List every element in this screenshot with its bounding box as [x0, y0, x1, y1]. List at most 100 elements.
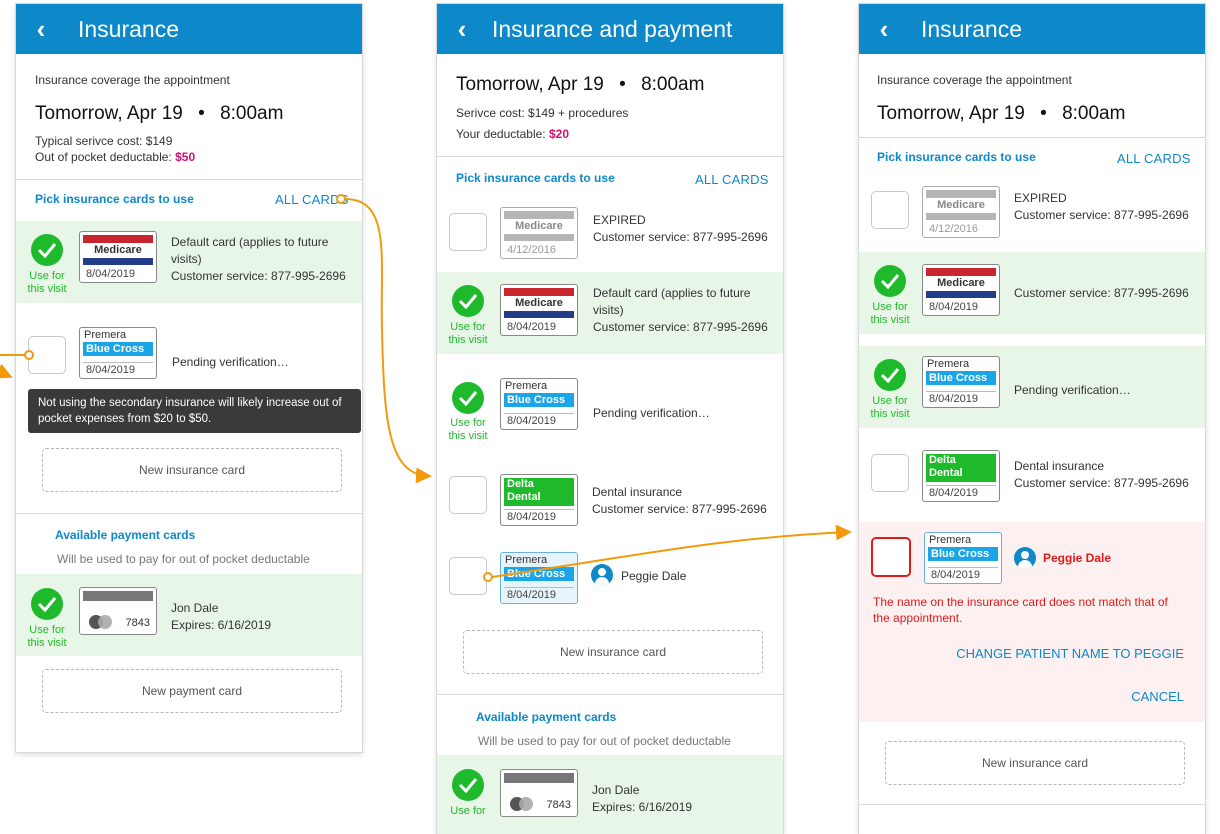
person-icon-head	[1021, 551, 1029, 559]
arrow-left-edge	[0, 363, 13, 379]
all-cards-link[interactable]: ALL CARDS	[695, 172, 769, 187]
checked-icon[interactable]	[874, 265, 906, 297]
card-name: Blue Cross	[504, 393, 574, 407]
info-line1: Default card (applies to future	[593, 286, 751, 300]
card-red-band	[504, 288, 574, 296]
this-visit-text: this visit	[870, 314, 910, 326]
use-for-visit-label: Use for this visit	[867, 395, 913, 421]
card-name: Blue Cross	[926, 371, 996, 385]
card-date: 8/04/2019	[929, 301, 978, 313]
person-icon-head	[598, 568, 606, 576]
service-cost: Serivce cost: $149 + procedures	[456, 106, 629, 120]
checkbox-dental[interactable]	[871, 454, 909, 492]
new-insurance-card-button[interactable]: New insurance card	[42, 448, 342, 492]
divider	[16, 513, 362, 514]
app-bar: ‹ Insurance and payment	[437, 4, 783, 54]
card-band	[504, 211, 574, 219]
app-bar: ‹ Insurance	[16, 4, 362, 54]
screen-insurance-error: ‹ Insurance Insurance coverage the appoi…	[859, 4, 1205, 834]
checkbox-expired-medicare[interactable]	[871, 191, 909, 229]
checkbox-blue-cross[interactable]	[28, 336, 66, 374]
appointment-date: Tomorrow, Apr 19 • 8:00am	[35, 103, 283, 125]
card-number: 7843	[125, 617, 150, 629]
date-text: Tomorrow, Apr 19	[35, 103, 183, 124]
card-date: 8/04/2019	[507, 321, 556, 333]
card-name: Medicare	[515, 220, 563, 232]
pick-cards-heading: Pick insurance cards to use	[877, 150, 1036, 164]
date-separator: •	[619, 74, 626, 95]
checked-icon[interactable]	[31, 234, 63, 266]
card-name: Medicare	[515, 297, 563, 309]
date-text: Tomorrow, Apr 19	[877, 103, 1025, 124]
divider	[859, 804, 1205, 805]
card-info: Customer service: 877-995-2696	[1014, 286, 1189, 300]
time-text: 8:00am	[220, 103, 284, 124]
new-payment-card-button[interactable]: New payment card	[42, 669, 342, 713]
info-line2: visits)	[171, 252, 202, 266]
change-patient-name-button[interactable]: CHANGE PATIENT NAME TO PEGGIE	[956, 646, 1184, 661]
this-visit-text: this visit	[448, 430, 488, 442]
info-line2: visits)	[593, 303, 624, 317]
error-line2: the appointment.	[873, 611, 963, 625]
date-separator: •	[198, 103, 205, 124]
card-name-line2: Dental	[507, 491, 541, 503]
checkbox-peggie-blue-cross[interactable]	[449, 557, 487, 595]
pending-status: Pending verification…	[172, 355, 289, 369]
person-icon-body	[1018, 560, 1032, 569]
payment-heading: Available payment cards	[55, 528, 196, 542]
screen-insurance-and-payment: ‹ Insurance and payment Tomorrow, Apr 19…	[437, 4, 783, 834]
back-arrow-icon[interactable]: ‹	[859, 14, 909, 45]
checked-icon[interactable]	[452, 382, 484, 414]
card-date: 8/04/2019	[83, 362, 153, 376]
person-icon-body	[595, 577, 609, 586]
payment-row[interactable]: Use for 7843 Jon Dale Expires: 6/16/2019	[437, 755, 783, 834]
insurance-row-medicare[interactable]: Use for this visit Medicare 8/04/2019 Cus…	[859, 252, 1205, 334]
insurance-row-medicare[interactable]: Use for this visit Medicare 8/04/2019 Def…	[16, 221, 362, 303]
card-red-band	[83, 235, 153, 243]
checked-icon[interactable]	[452, 769, 484, 801]
card-date: 8/04/2019	[504, 413, 574, 427]
card-name: Delta Dental	[926, 454, 996, 482]
new-insurance-card-button[interactable]: New insurance card	[463, 630, 763, 674]
card-brand-icon	[519, 797, 533, 811]
card-stripe	[504, 773, 574, 783]
peggie-blue-cross-card-image: Premera Blue Cross 8/04/2019	[924, 532, 1002, 584]
info-line1: Dental insurance	[592, 485, 683, 499]
cancel-button[interactable]: CANCEL	[1131, 689, 1184, 704]
card-name-line1: Delta	[507, 478, 534, 490]
checked-icon[interactable]	[874, 359, 906, 391]
deductible-line: Your deductable: $20	[456, 127, 569, 141]
payment-row[interactable]: Use for this visit 7843 Jon Dale Expires:…	[16, 574, 362, 656]
checked-icon[interactable]	[31, 588, 63, 620]
back-arrow-icon[interactable]: ‹	[16, 14, 66, 45]
insurance-row-medicare[interactable]: Use for this visit Medicare 8/04/2019 Def…	[437, 272, 783, 354]
pending-status: Pending verification…	[1014, 383, 1131, 397]
payment-heading: Available payment cards	[476, 710, 617, 724]
info-line1: Default card (applies to future	[171, 235, 329, 249]
all-cards-link[interactable]: ALL CARDS	[275, 192, 349, 207]
card-blue-band	[83, 258, 153, 265]
card-expiry: Expires: 6/16/2019	[171, 618, 272, 632]
card-blue-band	[504, 311, 574, 318]
card-date: 8/04/2019	[504, 509, 574, 523]
delta-dental-card-image: Delta Dental 8/04/2019	[500, 474, 578, 526]
checked-icon[interactable]	[452, 285, 484, 317]
back-arrow-icon[interactable]: ‹	[437, 14, 487, 45]
payment-subtext: Will be used to pay for out of pocket de…	[478, 734, 731, 748]
coverage-label: Insurance coverage the appointment	[877, 73, 1072, 87]
checkbox-peggie-blue-cross[interactable]	[871, 537, 911, 577]
checkbox-dental[interactable]	[449, 476, 487, 514]
new-insurance-card-button[interactable]: New insurance card	[885, 741, 1185, 785]
screen-insurance: ‹ Insurance Insurance coverage the appoi…	[16, 4, 362, 752]
use-for-visit-label: Use for	[450, 805, 486, 817]
pending-status: Pending verification…	[593, 406, 710, 420]
divider	[437, 694, 783, 695]
blue-cross-card-image: Premera Blue Cross 8/04/2019	[500, 378, 578, 430]
use-for-text: Use for	[872, 395, 908, 407]
use-for-visit-label: Use for this visit	[867, 301, 913, 327]
insurance-row-blue-cross[interactable]: Use for this visit Premera Blue Cross 8/0…	[859, 346, 1205, 428]
all-cards-link[interactable]: ALL CARDS	[1117, 151, 1191, 166]
blue-cross-card-image: Premera Blue Cross 8/04/2019	[79, 327, 157, 379]
checkbox-expired-medicare[interactable]	[449, 213, 487, 251]
card-person-name: Peggie Dale	[1043, 551, 1112, 565]
